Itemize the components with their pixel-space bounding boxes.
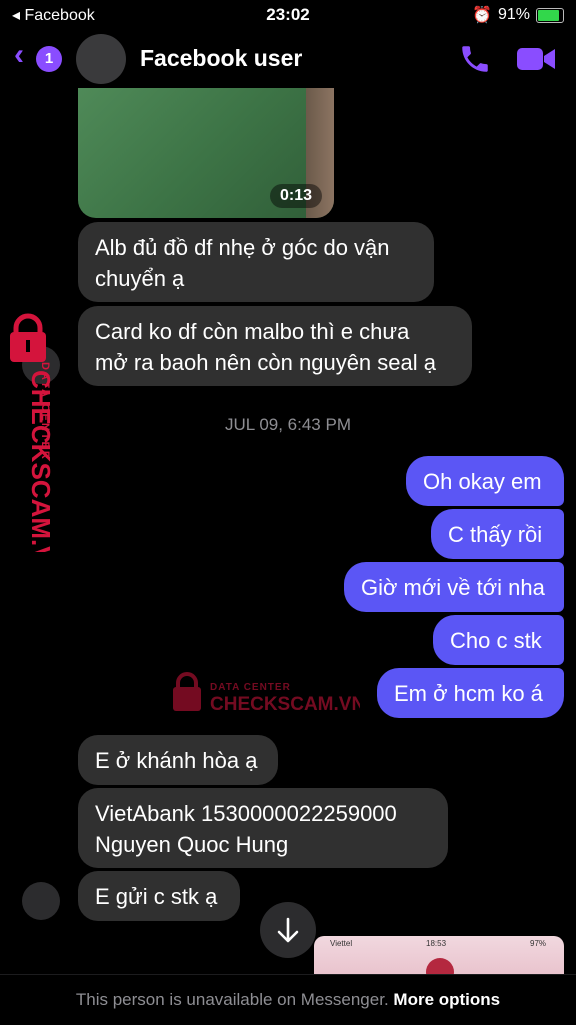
incoming-message[interactable]: VietAbank 1530000022259000 Nguyen Quoc H… bbox=[78, 788, 448, 868]
message-line: Card ko df còn malbo thì e chưa bbox=[95, 319, 410, 344]
video-duration: 0:13 bbox=[269, 184, 322, 208]
more-options-link[interactable]: More options bbox=[393, 990, 500, 1009]
back-chevron-icon[interactable]: ‹ bbox=[14, 38, 24, 72]
message-line: mở ra baoh nên còn nguyên seal ạ bbox=[95, 350, 436, 375]
watermark-logo-center: DATA CENTER CHECKSCAM.VN bbox=[173, 672, 360, 715]
chat-header: ‹ 1 Facebook user bbox=[0, 30, 576, 88]
battery-percent: 91% bbox=[497, 6, 530, 23]
message-line: Nguyen Quoc Hung bbox=[95, 832, 289, 857]
preview-battery: 97% bbox=[530, 939, 547, 948]
avatar[interactable] bbox=[76, 34, 126, 84]
footer-bar: This person is unavailable on Messenger.… bbox=[0, 974, 576, 1025]
outgoing-message[interactable]: Giờ mới về tới nha bbox=[344, 562, 564, 612]
outgoing-message[interactable]: Em ở hcm ko á bbox=[377, 668, 564, 718]
alarm-icon: ⏰ bbox=[472, 7, 492, 24]
contact-name[interactable]: Facebook user bbox=[140, 45, 302, 72]
unavailable-notice: This person is unavailable on Messenger. bbox=[75, 990, 389, 1009]
date-separator: JUL 09, 6:43 PM bbox=[225, 415, 351, 434]
outgoing-message[interactable]: Oh okay em bbox=[406, 456, 564, 506]
incoming-message[interactable]: Card ko df còn malbo thì e chưa mở ra ba… bbox=[78, 306, 472, 386]
watermark-subtext: DATA CENTER bbox=[39, 362, 51, 461]
unread-badge[interactable]: 1 bbox=[36, 46, 62, 72]
preview-carrier: Viettel bbox=[330, 939, 353, 948]
incoming-message[interactable]: E ở khánh hòa ạ bbox=[78, 735, 278, 785]
status-bar: ◂ Facebook 23:02 ⏰ 91% bbox=[0, 0, 576, 30]
arrow-down-icon bbox=[277, 917, 299, 943]
preview-time: 18:53 bbox=[426, 939, 447, 948]
outgoing-message[interactable]: Cho c stk bbox=[433, 615, 564, 665]
incoming-message[interactable]: E gửi c stk ạ bbox=[78, 871, 240, 921]
video-call-icon[interactable] bbox=[516, 44, 556, 74]
watermark-text: CHECKSCAM.VN bbox=[210, 694, 360, 715]
image-message-preview[interactable]: Viettel 18:53 97% bbox=[314, 936, 564, 976]
message-line: chuyển ạ bbox=[95, 266, 185, 291]
incoming-message[interactable]: Alb đủ đồ df nhẹ ở góc do vận chuyển ạ bbox=[78, 222, 434, 302]
message-line: VietAbank 1530000022259000 bbox=[95, 801, 397, 826]
message-line: Alb đủ đồ df nhẹ ở góc do vận bbox=[95, 235, 390, 260]
sender-avatar[interactable] bbox=[22, 882, 60, 920]
phone-icon[interactable] bbox=[458, 42, 492, 76]
watermark-logo: CHECKSCAM.VN DATA CENTER bbox=[10, 313, 54, 552]
outgoing-message[interactable]: C thấy rồi bbox=[431, 509, 564, 559]
video-message[interactable]: 0:13 bbox=[78, 88, 334, 218]
battery-icon bbox=[536, 7, 564, 23]
status-right: ⏰ 91% bbox=[472, 5, 564, 25]
scroll-to-bottom-button[interactable] bbox=[260, 902, 316, 958]
watermark-subtext: DATA CENTER bbox=[210, 682, 291, 693]
